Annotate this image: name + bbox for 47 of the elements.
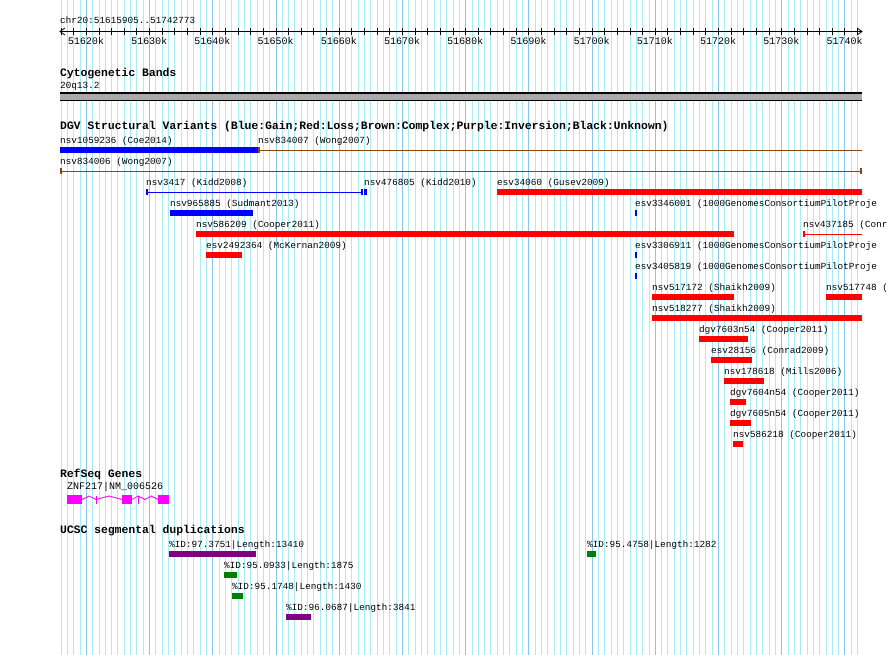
segdup-label: %ID:95.1748|Length:1430 xyxy=(232,581,362,592)
gene-label: ZNF217|NM_006526 xyxy=(67,482,164,493)
variant-label: nsv518277 (Shaikh2009) xyxy=(652,303,776,314)
variant-label: nsv965885 (Sudmant2013) xyxy=(170,198,300,209)
variant-label: dgv7603n54 (Cooper2011) xyxy=(699,324,828,335)
variant-label: esv3306911 (1000GenomesConsortiumPilotProje xyxy=(635,240,877,251)
cytoband-label: 20q13.2 xyxy=(60,80,100,92)
variant-label: dgv7605n54 (Cooper2011) xyxy=(730,408,860,419)
variant-label: esv2492364 (McKernan2009) xyxy=(206,240,347,251)
ruler-tick-label: 51650k xyxy=(258,37,294,49)
ruler-tick-label: 51720k xyxy=(700,37,736,49)
ruler-tick-label: 51630k xyxy=(131,37,168,49)
ruler-tick-label: 51710k xyxy=(636,37,673,49)
variant-label: nsv517172 (Shaikh2009) xyxy=(652,282,776,293)
ruler-tick-label: 51620k xyxy=(68,37,104,49)
ruler-tick-label: 51690k xyxy=(510,37,546,49)
variant-label: esv28156 (Conrad2009) xyxy=(711,345,830,356)
variant-label: nsv517748 ( xyxy=(826,282,888,293)
segdup-label: %ID:97.3751|Length:13410 xyxy=(169,539,304,550)
variant-label: esv3346001 (1000GenomesConsortiumPilotProje xyxy=(635,198,877,209)
track-title: DGV Structural Variants (Blue:Gain;Red:Loss;Brown:Complex;Purple:Inversion;Black:Unknown) xyxy=(60,121,668,133)
variant-label: esv3405819 (1000GenomesConsortiumPilotProje xyxy=(635,261,877,272)
track-title: Cytogenetic Bands xyxy=(60,68,176,80)
variant-label: nsv834007 (Wong2007) xyxy=(258,135,371,146)
ruler-tick-label: 51660k xyxy=(320,37,357,49)
ruler-tick-label: 51730k xyxy=(763,37,800,49)
track-title: RefSeq Genes xyxy=(60,469,142,481)
ruler-tick-label: 51640k xyxy=(194,37,230,49)
ruler-tick-label: 51680k xyxy=(447,37,484,49)
variant-label: nsv476805 (Kidd2010) xyxy=(364,177,477,188)
variant-label: esv34060 (Gusev2009) xyxy=(497,177,610,188)
variant-label: nsv586218 (Cooper2011) xyxy=(733,429,857,440)
variant-label: nsv1059236 (Coe2014) xyxy=(60,135,173,146)
variant-label: nsv834006 (Wong2007) xyxy=(60,156,173,167)
segdup-label: %ID:95.0933|Length:1875 xyxy=(224,560,354,571)
variant-label: nsv3417 (Kidd2008) xyxy=(146,177,248,188)
variant-label: nsv178618 (Mills2006) xyxy=(724,366,842,377)
variant-label: nsv586209 (Cooper2011) xyxy=(196,219,320,230)
variant-label: dgv7604n54 (Cooper2011) xyxy=(730,387,860,398)
ruler-tick-label: 51700k xyxy=(574,37,610,49)
ruler-tick-label: 51740k xyxy=(826,37,862,49)
ruler-position: chr20:51615905..51742773 xyxy=(60,15,196,26)
ruler-tick-label: 51670k xyxy=(384,37,420,49)
variant-label: nsv437185 (Conr xyxy=(803,219,888,230)
segdup-label: %ID:96.0687|Length:3841 xyxy=(286,602,416,613)
track-title: UCSC segmental duplications xyxy=(60,525,245,537)
segdup-label: %ID:95.4758|Length:1282 xyxy=(587,539,716,550)
